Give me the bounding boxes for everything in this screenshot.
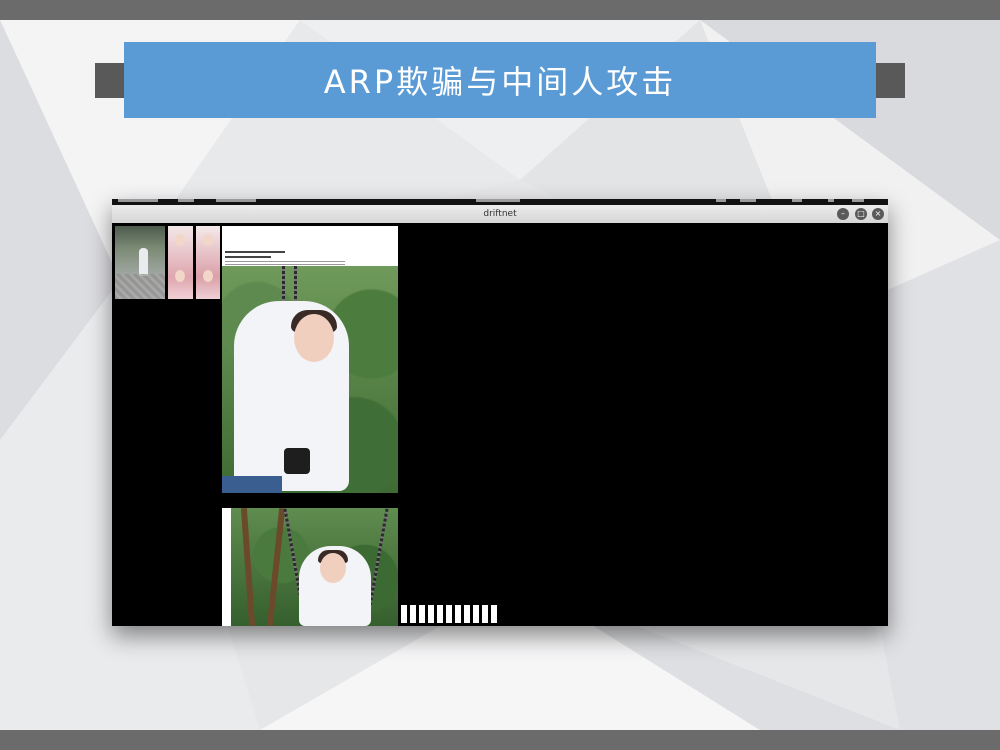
loading-placeholder-block — [410, 605, 416, 623]
image-placeholder-strip — [401, 605, 497, 623]
thumbnail-face — [175, 234, 185, 246]
thumbnail-face — [203, 234, 213, 246]
swing-seat — [284, 448, 310, 474]
swing-scene — [222, 266, 398, 493]
panel-fragment — [852, 199, 864, 202]
loading-placeholder-block — [482, 605, 488, 623]
loading-placeholder-block — [437, 605, 443, 623]
caption-line — [225, 251, 285, 253]
thumbnail-face — [175, 270, 185, 282]
face — [294, 314, 334, 362]
loading-placeholder-block — [419, 605, 425, 623]
caption-line — [225, 261, 345, 262]
panel-fragment — [118, 199, 158, 202]
thumbnail-face — [203, 270, 213, 282]
captured-image-thumbnail[interactable] — [196, 226, 220, 299]
panel-fragment — [476, 199, 520, 202]
title-left-accent — [95, 63, 124, 98]
loading-placeholder-block — [491, 605, 497, 623]
slide-title-text: ARP欺骗与中间人攻击 — [323, 63, 677, 101]
swing-scene — [231, 508, 398, 626]
panel-fragment — [178, 199, 194, 202]
window-title: driftnet — [483, 209, 517, 219]
caption-line — [225, 264, 345, 265]
thumbnail-figure — [139, 248, 148, 276]
loading-placeholder-block — [446, 605, 452, 623]
loading-placeholder-block — [455, 605, 461, 623]
close-button[interactable]: × — [872, 208, 884, 220]
slide-bottom-band — [0, 730, 1000, 750]
minimize-button[interactable]: – — [837, 208, 849, 220]
panel-fragment — [740, 199, 756, 202]
thumbnail-wall — [115, 274, 165, 299]
captured-image-thumbnail[interactable] — [115, 226, 165, 299]
window-titlebar[interactable]: driftnet – □ × — [112, 205, 888, 223]
loading-placeholder-block — [473, 605, 479, 623]
panel-fragment — [716, 199, 726, 202]
loading-placeholder-block — [428, 605, 434, 623]
loading-placeholder-block — [401, 605, 407, 623]
screenshot-window: driftnet – □ × — [112, 199, 888, 626]
slide-top-band — [0, 0, 1000, 20]
caption-line — [225, 256, 271, 258]
maximize-button[interactable]: □ — [855, 208, 867, 220]
driftnet-canvas — [112, 223, 888, 626]
captured-image-thumbnail[interactable] — [168, 226, 193, 299]
swing-post — [266, 508, 286, 626]
panel-fragment — [216, 199, 256, 202]
jeans — [222, 476, 282, 493]
captured-image-portrait[interactable] — [222, 226, 398, 493]
image-caption-lines — [225, 251, 345, 265]
swing-post — [240, 508, 256, 626]
title-right-accent — [876, 63, 905, 98]
loading-placeholder-block — [464, 605, 470, 623]
captured-image-landscape[interactable] — [222, 508, 398, 626]
slide-title: ARP欺骗与中间人攻击 — [124, 42, 876, 118]
face — [320, 553, 346, 583]
panel-fragment — [792, 199, 802, 202]
panel-fragment — [828, 199, 834, 202]
